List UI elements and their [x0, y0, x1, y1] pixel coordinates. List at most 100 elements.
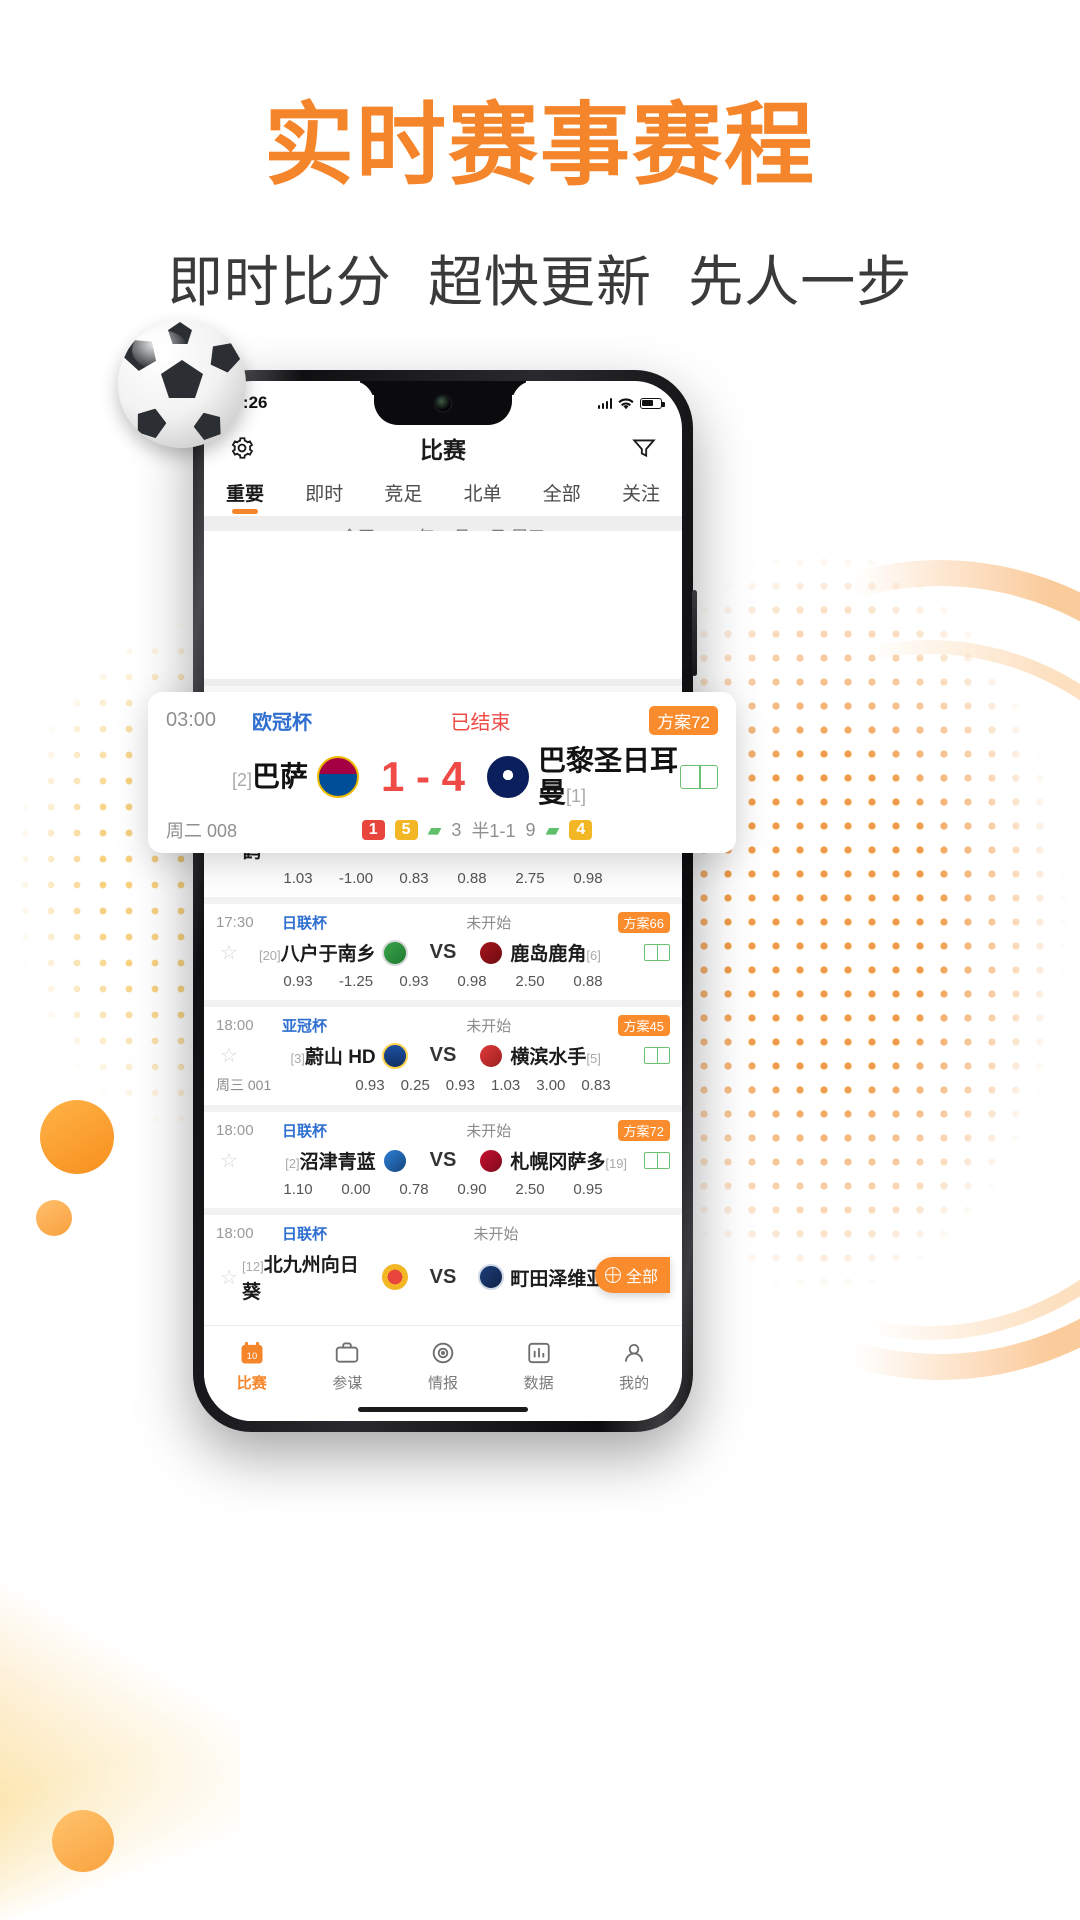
tab-beidan[interactable]: 北单 — [464, 479, 502, 516]
league-name[interactable]: 亚冠杯 — [282, 1015, 360, 1036]
featured-match-card[interactable]: 03:00 欧冠杯 已结束 方案72 [2]巴萨 1 - 4 巴黎圣日耳曼[1]… — [148, 692, 736, 854]
featured-home-rank: [2] — [231, 770, 252, 791]
odds-1[interactable]: -1.00 — [335, 870, 377, 887]
featured-match-status: 已结束 — [450, 712, 511, 734]
tab-all[interactable]: 全部 — [543, 479, 581, 516]
nav-label-intel: 情报 — [427, 1375, 458, 1392]
tab-important[interactable]: 重要 — [226, 479, 264, 516]
match-status: 未开始 — [466, 915, 512, 932]
briefcase-icon — [300, 1336, 396, 1370]
match-time: 18:00 — [216, 1017, 254, 1034]
pitch-icon[interactable] — [644, 1152, 670, 1169]
featured-away-team: 巴黎圣日耳曼 — [538, 745, 679, 809]
kashima-crest — [478, 939, 505, 966]
plan-badge[interactable]: 方案72 — [617, 1120, 670, 1141]
match-list: ☆ [8]法马利康 0 - 1 葡萄牙体育[1] 周二 010 — [204, 531, 682, 1314]
league-name[interactable]: 日联杯 — [282, 1223, 360, 1244]
gear-icon[interactable] — [226, 432, 258, 464]
odds-0[interactable]: 0.93 — [277, 973, 319, 990]
table-row[interactable]: 17:30 日联杯 未开始 方案66 ☆ [20]八户于南乡 VS 鹿岛鹿角[6… — [204, 904, 682, 1000]
odds-3[interactable]: 1.03 — [491, 1077, 520, 1094]
odds-3[interactable]: 0.98 — [451, 973, 493, 990]
odds-0[interactable]: 0.93 — [355, 1077, 384, 1094]
featured-league-name[interactable]: 欧冠杯 — [252, 706, 312, 735]
filter-icon[interactable] — [628, 432, 660, 464]
nav-item-data[interactable]: 数据 — [491, 1336, 587, 1393]
odds-0[interactable]: 1.03 — [277, 870, 319, 887]
table-row[interactable]: 18:00 日联杯 未开始 方案72 ☆ [2]沼津青蓝 VS 札幌冈萨多[19… — [204, 1112, 682, 1208]
odds-5[interactable]: 0.83 — [581, 1077, 610, 1094]
wifi-icon — [618, 397, 634, 409]
star-icon[interactable]: ☆ — [216, 940, 242, 965]
odds-0[interactable]: 1.10 — [277, 1181, 319, 1198]
promo-subline-item-1: 即时比分 — [167, 251, 392, 313]
home-rank: [20] — [258, 948, 281, 963]
tab-jingzu[interactable]: 竞足 — [384, 479, 422, 516]
promo-text-block: 实时赛事赛程 即时比分 超快更新 先人一步 — [0, 96, 1080, 317]
nav-label-matches: 比赛 — [236, 1375, 267, 1392]
kitakyushu-crest — [381, 1264, 408, 1290]
home-rank: [3] — [290, 1051, 305, 1066]
table-row[interactable]: 18:00 亚冠杯 未开始 方案45 ☆ [3]蔚山 HD VS 横滨水手[5]… — [204, 1007, 682, 1105]
odds-3[interactable]: 0.88 — [451, 870, 493, 887]
plan-badge[interactable]: 方案45 — [617, 1015, 670, 1036]
phone-mockup: 16:26 比赛 重要 即时 竞足 北单 全部 关注 1.03 -1.00 0.… — [193, 370, 697, 1432]
nav-item-profile[interactable]: 我的 — [586, 1336, 682, 1393]
bottom-navigation: 10 比赛 参谋 情报 数据 我的 — [204, 1325, 682, 1421]
power-button[interactable] — [692, 590, 697, 676]
odds-4[interactable]: 2.50 — [509, 973, 551, 990]
odds-5[interactable]: 0.88 — [567, 973, 609, 990]
odds-row[interactable]: 1.10 0.00 0.78 0.90 2.50 0.95 — [216, 1174, 670, 1198]
odds-1[interactable]: 0.25 — [401, 1077, 430, 1094]
odds-4[interactable]: 2.50 — [509, 1181, 551, 1198]
pitch-icon[interactable] — [680, 765, 719, 790]
tab-follow[interactable]: 关注 — [622, 479, 660, 516]
odds-5[interactable]: 0.98 — [567, 870, 609, 887]
match-tabs: 重要 即时 竞足 北单 全部 关注 — [204, 475, 682, 516]
match-list-scroll-area[interactable]: ☆ [8]法马利康 0 - 1 葡萄牙体育[1] 周二 010 — [204, 531, 682, 1325]
user-icon — [586, 1336, 682, 1370]
featured-plan-badge[interactable]: 方案72 — [649, 706, 718, 735]
odds-row[interactable]: 0.93 -1.25 0.93 0.98 2.50 0.88 — [216, 966, 670, 990]
star-icon[interactable]: ☆ — [216, 1148, 242, 1173]
promo-subline-item-3: 先人一步 — [688, 251, 913, 313]
odds-2[interactable]: 0.78 — [393, 1181, 435, 1198]
featured-home-red-cards: 1 — [361, 820, 385, 841]
nav-item-matches[interactable]: 10 比赛 — [204, 1336, 300, 1393]
away-rank: [19] — [605, 1156, 628, 1171]
home-team-name: 八户于南乡 — [280, 944, 376, 965]
odds-1[interactable]: -1.25 — [335, 973, 377, 990]
match-number: 周三 001 — [216, 1077, 272, 1093]
vs-label: VS — [429, 1044, 457, 1066]
match-status: 未开始 — [473, 1226, 519, 1243]
machida-crest — [478, 1264, 505, 1290]
odds-2[interactable]: 0.93 — [446, 1077, 475, 1094]
star-icon[interactable]: ☆ — [216, 1265, 242, 1290]
nav-item-advisor[interactable]: 参谋 — [300, 1336, 396, 1393]
league-name[interactable]: 日联杯 — [282, 912, 360, 933]
odds-5[interactable]: 0.95 — [567, 1181, 609, 1198]
nav-item-intel[interactable]: 情报 — [395, 1336, 491, 1393]
barcelona-crest — [316, 756, 359, 799]
star-icon[interactable]: ☆ — [216, 1043, 242, 1068]
odds-2[interactable]: 0.83 — [393, 870, 435, 887]
all-leagues-button[interactable]: 全部 — [594, 1257, 670, 1293]
match-status: 未开始 — [466, 1018, 512, 1035]
tab-live[interactable]: 即时 — [305, 479, 343, 516]
league-name[interactable]: 日联杯 — [282, 1120, 360, 1141]
odds-4[interactable]: 2.75 — [509, 870, 551, 887]
pitch-icon[interactable] — [644, 944, 670, 961]
hachinohe-crest — [381, 939, 408, 966]
away-team-name: 札幌冈萨多 — [510, 1152, 606, 1173]
circle-decoration-bottom — [52, 1810, 114, 1872]
target-icon — [395, 1336, 491, 1370]
odds-row[interactable]: 1.03 -1.00 0.83 0.88 2.75 0.98 — [216, 863, 670, 887]
odds-1[interactable]: 0.00 — [335, 1181, 377, 1198]
odds-4[interactable]: 3.00 — [536, 1077, 565, 1094]
pitch-icon[interactable] — [644, 1047, 670, 1064]
featured-match-time: 03:00 — [166, 709, 217, 731]
odds-2[interactable]: 0.93 — [393, 973, 435, 990]
corner-gradient-wedge — [0, 1540, 240, 1920]
odds-3[interactable]: 0.90 — [451, 1181, 493, 1198]
plan-badge[interactable]: 方案66 — [617, 912, 670, 933]
